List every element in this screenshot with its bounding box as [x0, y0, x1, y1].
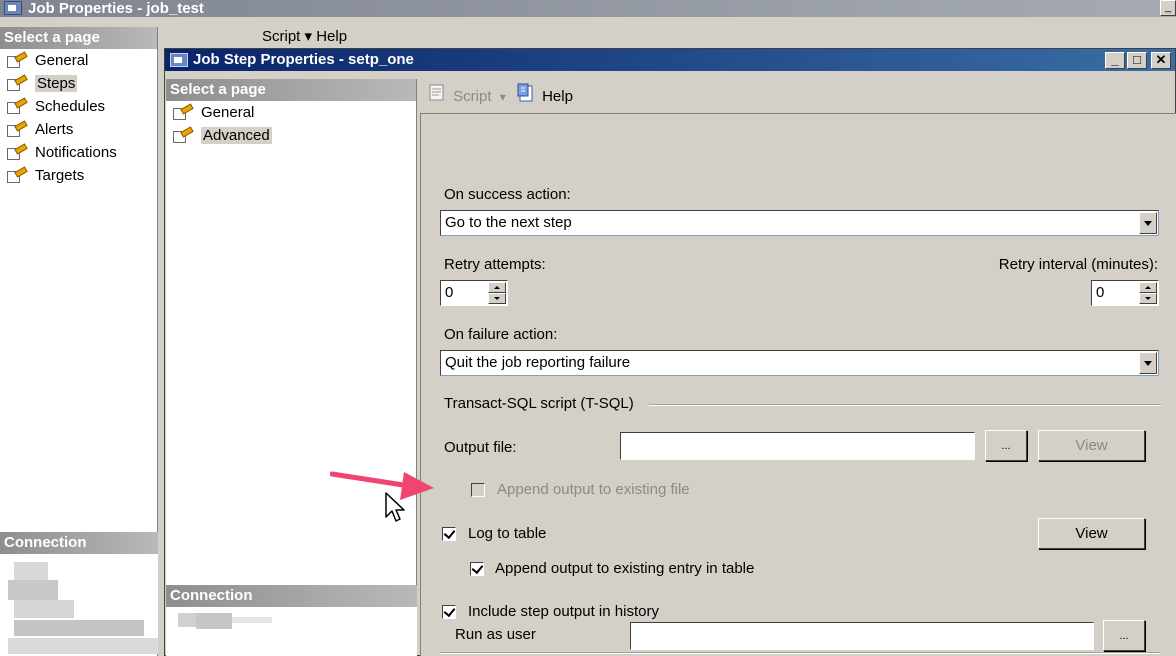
page-selector: Select a page General Advanced [166, 79, 417, 655]
spin-down-icon[interactable] [488, 293, 506, 304]
include-history-checkbox[interactable] [442, 605, 456, 619]
divider [440, 652, 1160, 654]
background-nav-item-notifications[interactable]: Notifications [0, 141, 157, 164]
background-nav-item-schedules[interactable]: Schedules [0, 95, 157, 118]
mouse-cursor-icon [385, 492, 405, 522]
nav-item-label: Schedules [35, 98, 106, 115]
spin-up-icon[interactable] [488, 282, 506, 293]
close-button[interactable]: ✕ [1151, 52, 1171, 69]
chevron-down-icon[interactable] [1139, 212, 1157, 234]
connection-panel: Connection [166, 585, 417, 656]
on-success-dropdown[interactable]: Go to the next step [440, 210, 1159, 236]
select-page-header: Select a page [166, 79, 416, 101]
page-wizard-icon [7, 74, 29, 92]
retry-interval-value: 0 [1096, 284, 1105, 301]
log-to-table-checkbox[interactable] [442, 527, 456, 541]
chevron-down-icon[interactable]: ▾ [500, 90, 506, 104]
connection-header: Connection [0, 532, 158, 554]
retry-attempts-stepper[interactable]: 0 [440, 280, 508, 306]
maximize-button[interactable]: □ [1127, 52, 1147, 69]
job-step-properties-dialog: Job Step Properties - setp_one _ □ ✕ Sel… [164, 48, 1176, 656]
dialog-toolbar: Script ▾ Help [427, 83, 573, 107]
retry-interval-label: Retry interval (minutes): [998, 256, 1158, 273]
background-nav-item-steps[interactable]: Steps [0, 72, 157, 95]
help-icon [516, 83, 538, 111]
background-connection-panel: Connection [0, 532, 158, 654]
on-failure-label: On failure action: [444, 326, 558, 343]
page-wizard-icon [7, 120, 29, 138]
dialog-title: Job Step Properties - setp_one [193, 51, 414, 68]
on-success-label: On success action: [444, 186, 571, 203]
log-to-table-label: Log to table [468, 525, 547, 542]
background-toolbar[interactable]: Script ▾ Help [262, 27, 562, 47]
page-wizard-icon [7, 97, 29, 115]
page-wizard-icon [7, 143, 29, 161]
nav-item-label: General [201, 104, 255, 121]
on-failure-dropdown[interactable]: Quit the job reporting failure [440, 350, 1159, 376]
output-file-view-button[interactable]: View [1038, 430, 1145, 461]
background-window-title: Job Properties - job_test [28, 0, 204, 17]
run-as-user-browse-button[interactable]: ... [1103, 620, 1145, 651]
script-button[interactable]: Script [453, 88, 491, 105]
background-nav-item-alerts[interactable]: Alerts [0, 118, 157, 141]
chevron-down-icon[interactable] [1139, 352, 1157, 374]
background-nav-item-general[interactable]: General [0, 49, 157, 72]
background-nav-item-targets[interactable]: Targets [0, 164, 157, 187]
dialog-nav-item-advanced[interactable]: Advanced [166, 124, 416, 147]
background-toolbar-text[interactable]: Script ▾ Help [262, 28, 347, 45]
section-divider [649, 404, 1161, 406]
on-failure-value: Quit the job reporting failure [445, 354, 631, 371]
output-file-label: Output file: [444, 439, 517, 456]
minimize-button[interactable]: _ [1105, 52, 1125, 69]
nav-item-label: General [35, 52, 89, 69]
minimize-button[interactable]: _ [1160, 0, 1176, 16]
connection-header: Connection [166, 585, 417, 607]
append-output-label: Append output to existing file [497, 481, 690, 498]
page-wizard-icon [7, 51, 29, 69]
advanced-page-content: On success action: Go to the next step R… [420, 113, 1176, 656]
retry-attempts-label: Retry attempts: [444, 256, 546, 273]
run-as-user-input[interactable] [630, 622, 1094, 650]
output-file-input[interactable] [620, 432, 975, 460]
page-wizard-icon [7, 166, 29, 184]
nav-item-label: Advanced [201, 127, 272, 144]
background-window-titlebar: Job Properties - job_test [0, 0, 1176, 17]
include-history-label: Include step output in history [468, 603, 659, 620]
dialog-nav-item-general[interactable]: General [166, 101, 416, 124]
retry-interval-stepper[interactable]: 0 [1091, 280, 1159, 306]
spin-up-icon[interactable] [1139, 282, 1157, 293]
nav-item-label: Notifications [35, 144, 117, 161]
retry-attempts-value: 0 [445, 284, 454, 301]
dialog-titlebar[interactable]: Job Step Properties - setp_one [165, 49, 1175, 71]
on-success-value: Go to the next step [445, 214, 572, 231]
nav-item-label: Steps [35, 75, 78, 92]
page-wizard-icon [173, 126, 195, 144]
append-output-checkbox[interactable] [471, 483, 485, 497]
tsql-section-label: Transact-SQL script (T-SQL) [444, 395, 634, 412]
window-icon [170, 53, 188, 67]
select-page-header: Select a page [0, 27, 157, 49]
log-view-button[interactable]: View [1038, 518, 1145, 549]
window-icon [4, 1, 22, 15]
script-icon [427, 83, 449, 111]
append-entry-label: Append output to existing entry in table [495, 560, 755, 577]
spin-down-icon[interactable] [1139, 293, 1157, 304]
append-entry-checkbox[interactable] [470, 562, 484, 576]
output-file-browse-button[interactable]: ... [985, 430, 1027, 461]
help-button[interactable]: Help [542, 88, 573, 105]
run-as-user-label: Run as user [455, 626, 536, 643]
page-wizard-icon [173, 103, 195, 121]
nav-item-label: Targets [35, 167, 85, 184]
nav-item-label: Alerts [35, 121, 74, 138]
